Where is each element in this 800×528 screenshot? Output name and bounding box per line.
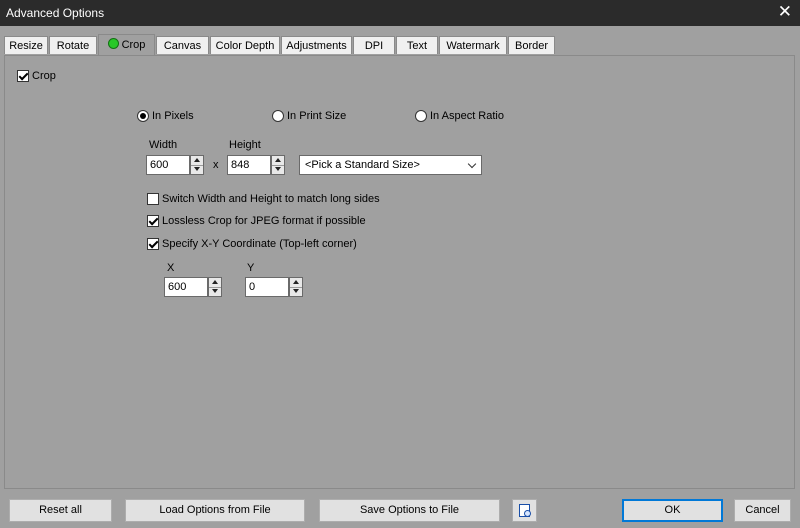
active-dot-icon	[107, 38, 119, 49]
ok-button[interactable]: OK	[622, 499, 723, 522]
width-spin-down-icon[interactable]	[191, 165, 203, 174]
tab-label: Crop	[121, 39, 146, 51]
width-input[interactable]: 600	[146, 155, 190, 175]
xy-coordinate-label: Specify X-Y Coordinate (Top-left corner)	[162, 238, 357, 250]
height-spin-down-icon[interactable]	[272, 165, 284, 174]
tab-label: Resize	[9, 40, 43, 52]
tab-label: DPI	[364, 40, 384, 52]
tab-watermark[interactable]: Watermark	[439, 36, 507, 54]
switch-sides-checkbox[interactable]	[147, 193, 159, 205]
tab-crop[interactable]: Crop	[98, 34, 155, 55]
times-sign: x	[213, 159, 219, 171]
tab-resize[interactable]: Resize	[4, 36, 48, 54]
close-icon[interactable]: ✕	[778, 3, 792, 21]
height-spinner[interactable]	[271, 155, 285, 175]
in-print-size-radio[interactable]	[272, 110, 284, 122]
y-spinner[interactable]	[289, 277, 303, 297]
width-label: Width	[149, 139, 178, 151]
xy-coordinate-checkbox[interactable]	[147, 238, 159, 250]
in-pixels-radio[interactable]	[137, 110, 149, 122]
width-spinner[interactable]	[190, 155, 204, 175]
x-label: X	[167, 262, 175, 274]
preview-button[interactable]	[512, 499, 537, 522]
tab-text[interactable]: Text	[396, 36, 438, 54]
in-pixels-label: In Pixels	[152, 110, 194, 122]
x-spinner[interactable]	[208, 277, 222, 297]
chevron-down-icon	[467, 159, 477, 169]
y-input[interactable]: 0	[245, 277, 289, 297]
height-label: Height	[229, 139, 261, 151]
lossless-crop-checkbox[interactable]	[147, 215, 159, 227]
tab-dpi[interactable]: DPI	[353, 36, 395, 54]
preview-icon	[519, 504, 531, 517]
crop-panel	[4, 55, 795, 489]
tab-label: Color Depth	[215, 40, 275, 52]
load-options-button[interactable]: Load Options from File	[125, 499, 305, 522]
cancel-button[interactable]: Cancel	[734, 499, 791, 522]
tab-border[interactable]: Border	[508, 36, 555, 54]
reset-all-button[interactable]: Reset all	[9, 499, 112, 522]
in-print-size-label: In Print Size	[287, 110, 347, 122]
crop-checkbox-label: Crop	[32, 70, 56, 82]
tab-canvas[interactable]: Canvas	[156, 36, 209, 54]
in-aspect-ratio-label: In Aspect Ratio	[430, 110, 504, 122]
save-options-button[interactable]: Save Options to File	[319, 499, 500, 522]
tab-rotate[interactable]: Rotate	[49, 36, 97, 54]
standard-size-value: <Pick a Standard Size>	[305, 159, 420, 171]
tab-label: Rotate	[56, 40, 90, 52]
title-bar: Advanced Options ✕	[0, 0, 800, 26]
tab-label: Adjustments	[286, 40, 347, 52]
y-spin-down-icon[interactable]	[290, 287, 302, 296]
crop-checkbox[interactable]	[17, 70, 29, 82]
height-input[interactable]: 848	[227, 155, 271, 175]
in-aspect-ratio-radio[interactable]	[415, 110, 427, 122]
lossless-crop-label: Lossless Crop for JPEG format if possibl…	[162, 215, 366, 227]
tab-label: Watermark	[446, 40, 500, 52]
tab-adjustments[interactable]: Adjustments	[281, 36, 352, 54]
tab-label: Border	[514, 40, 549, 52]
window-title: Advanced Options	[6, 6, 105, 20]
tab-label: Canvas	[163, 40, 202, 52]
standard-size-dropdown[interactable]: <Pick a Standard Size>	[299, 155, 482, 175]
tab-label: Text	[406, 40, 428, 52]
tab-color-depth[interactable]: Color Depth	[210, 36, 280, 54]
y-label: Y	[247, 262, 255, 274]
x-input[interactable]: 600	[164, 277, 208, 297]
x-spin-down-icon[interactable]	[209, 287, 221, 296]
switch-sides-label: Switch Width and Height to match long si…	[162, 193, 380, 205]
